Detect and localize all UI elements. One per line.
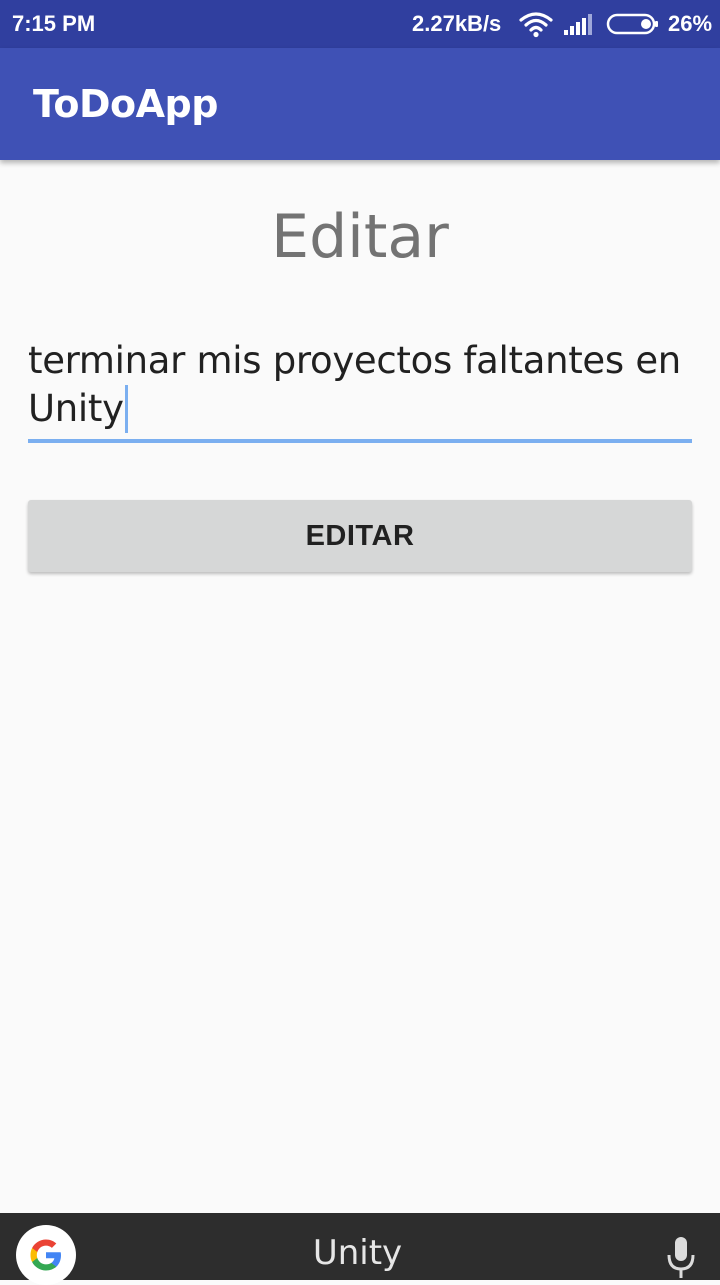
mic-icon[interactable]: [664, 1235, 698, 1281]
battery-percent: 26%: [668, 11, 713, 36]
page-title: Editar: [271, 202, 449, 272]
edit-button-label: EDITAR: [305, 519, 415, 552]
app-bar: ToDoApp: [0, 48, 720, 160]
status-time: 7:15 PM: [12, 11, 96, 36]
google-search-bar[interactable]: Unity: [0, 1213, 720, 1285]
text-cursor: [124, 385, 128, 433]
battery-icon: [606, 13, 658, 35]
search-query[interactable]: Unity: [0, 1233, 715, 1273]
task-input[interactable]: terminar mis proyectos faltantes en Unit…: [28, 337, 692, 443]
edit-button[interactable]: EDITAR: [28, 500, 692, 572]
network-speed: 2.27kB/s: [412, 11, 502, 36]
status-bar: 7:15 PM 2.27kB/s 26%: [0, 0, 720, 48]
task-input-underline: [28, 439, 692, 443]
signal-icon: [564, 14, 592, 35]
app-title: ToDoApp: [33, 82, 218, 126]
wifi-icon: [519, 12, 553, 38]
task-input-text[interactable]: terminar mis proyectos faltantes en Unit…: [28, 337, 692, 433]
